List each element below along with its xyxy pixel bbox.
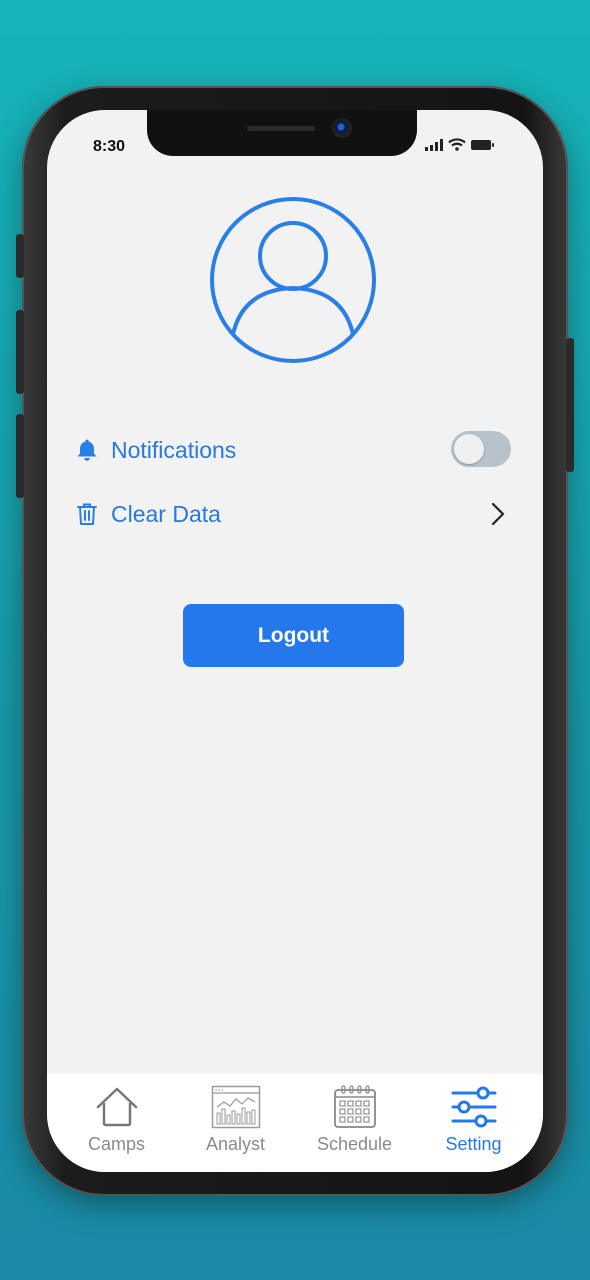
power-button (566, 338, 574, 472)
tab-setting[interactable]: Setting (419, 1084, 529, 1172)
volume-down-button (16, 414, 24, 498)
notifications-label: Notifications (111, 436, 237, 463)
app-screen: 8:30 Notifications Clear Data Logout Cam… (47, 110, 543, 1172)
notifications-toggle[interactable] (451, 431, 511, 467)
notifications-row[interactable]: Notifications (75, 430, 515, 470)
clear-data-row[interactable]: Clear Data (75, 494, 515, 534)
status-time: 8:30 (93, 138, 126, 155)
tab-label: Analyst (205, 1134, 266, 1154)
volume-up-button (16, 310, 24, 394)
trash-icon (75, 502, 99, 526)
chevron-right-icon[interactable] (491, 502, 505, 526)
analytics-chart-icon (211, 1084, 261, 1130)
status-icons (425, 138, 495, 151)
logout-button[interactable]: Logout (183, 604, 404, 667)
calendar-icon (332, 1084, 378, 1130)
bell-icon (75, 438, 99, 462)
signal-icon (425, 138, 443, 151)
clear-data-label: Clear Data (111, 500, 221, 527)
home-icon (95, 1084, 139, 1130)
avatar-icon[interactable] (209, 196, 377, 364)
notch (147, 110, 417, 156)
sliders-icon (451, 1084, 497, 1130)
toggle-knob (454, 434, 484, 464)
tab-analyst[interactable]: Analyst (181, 1084, 291, 1172)
tab-label: Setting (445, 1134, 502, 1154)
camera (332, 118, 352, 138)
bottom-tab-bar: Camps Analyst Schedule Setting (47, 1074, 543, 1172)
tab-camps[interactable]: Camps (62, 1084, 172, 1172)
battery-icon (471, 139, 494, 150)
mute-switch (16, 234, 24, 278)
tab-schedule[interactable]: Schedule (300, 1084, 410, 1172)
speaker (247, 126, 315, 131)
tab-label: Schedule (316, 1134, 393, 1154)
tab-label: Camps (87, 1134, 145, 1154)
wifi-icon (448, 138, 466, 151)
